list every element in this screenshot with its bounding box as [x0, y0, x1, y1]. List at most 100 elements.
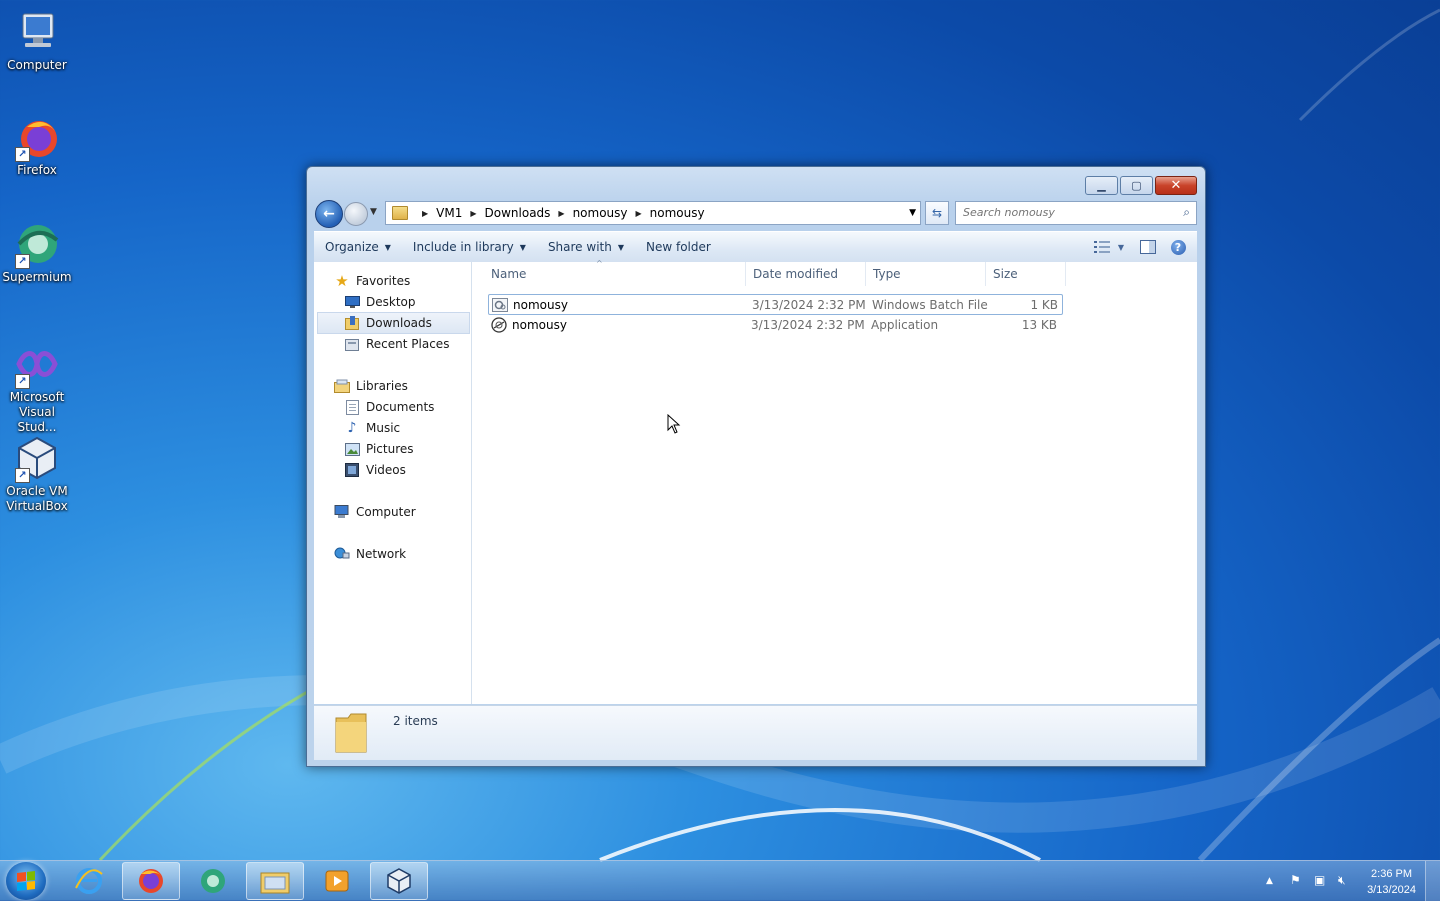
nav-downloads-label: Downloads: [366, 316, 432, 330]
nav-videos[interactable]: Videos: [344, 460, 406, 480]
taskbar-firefox[interactable]: [122, 862, 180, 900]
firefox-icon: [139, 869, 163, 893]
downloads-folder-icon: [344, 315, 360, 331]
shortcut-arrow-icon: ↗: [15, 468, 30, 483]
command-bar: Organize ▼ Include in library ▼ Share with…: [314, 231, 1197, 263]
desktop-icon-label: Supermium: [2, 270, 72, 284]
column-header-label: Name: [491, 267, 527, 281]
maximize-button[interactable]: ▢: [1120, 176, 1153, 195]
organize-button[interactable]: Organize ▼: [314, 232, 402, 262]
new-folder-button[interactable]: New folder: [635, 232, 722, 262]
nav-libraries[interactable]: Libraries: [334, 376, 408, 396]
desktop-icon-computer[interactable]: Computer: [0, 8, 74, 73]
close-icon: ✕: [1170, 178, 1182, 193]
explorer-window[interactable]: ▁ ▢ ✕ ← ▼ ▶ VM1 ▶ Downloads ▶ nomousy ▶ …: [306, 166, 1206, 767]
column-header-date-modified[interactable]: Date modified: [746, 262, 866, 286]
refresh-button[interactable]: ⇆: [925, 201, 949, 225]
file-date: 3/13/2024 2:32 PM: [752, 298, 866, 312]
computer-icon: [334, 504, 350, 520]
nav-pictures-label: Pictures: [366, 442, 414, 456]
nav-network[interactable]: Network: [334, 544, 406, 564]
libraries-icon: [334, 378, 350, 394]
recent-pages-dropdown[interactable]: ▼: [370, 207, 377, 217]
virtualbox-icon: ↗: [13, 434, 61, 483]
back-button[interactable]: ←: [315, 200, 343, 228]
clock-date: 3/13/2024: [1367, 884, 1416, 896]
breadcrumb-vm1[interactable]: VM1: [436, 206, 462, 220]
start-button[interactable]: [6, 862, 46, 900]
nav-libraries-label: Libraries: [356, 379, 408, 393]
breadcrumb-downloads[interactable]: Downloads: [485, 206, 551, 220]
mouse-cursor-icon: [667, 414, 681, 434]
nav-favorites[interactable]: ★ Favorites: [334, 271, 410, 291]
preview-pane-button[interactable]: [1137, 236, 1159, 258]
taskbar-virtualbox[interactable]: [370, 862, 428, 900]
column-header-name[interactable]: Name: [484, 262, 746, 286]
taskbar-internet-explorer[interactable]: [60, 862, 118, 900]
search-box[interactable]: ⌕: [955, 201, 1197, 225]
supermium-icon: [201, 869, 225, 893]
address-dropdown-icon[interactable]: ▼: [909, 208, 916, 218]
taskbar-supermium[interactable]: [184, 862, 242, 900]
batch-file-icon: [492, 297, 508, 313]
desktop-icon-label: Firefox: [17, 163, 57, 177]
navigation-pane: ★ Favorites Desktop Downloads Recent Plac…: [314, 262, 472, 704]
nav-favorites-label: Favorites: [356, 274, 411, 288]
nav-recent-places[interactable]: Recent Places: [344, 334, 449, 354]
shortcut-arrow-icon: ↗: [15, 374, 30, 389]
breadcrumb-separator-icon[interactable]: ▶: [422, 209, 428, 218]
breadcrumb-separator-icon[interactable]: ▶: [470, 209, 476, 218]
caption-buttons: ▁ ▢ ✕: [1083, 176, 1197, 195]
taskbar-media-player[interactable]: [308, 862, 366, 900]
breadcrumb-nomousy[interactable]: nomousy: [573, 206, 628, 220]
navigation-bar: ← ▼ ▶ VM1 ▶ Downloads ▶ nomousy ▶ nomous…: [315, 199, 1197, 228]
chevron-down-icon: ▼: [617, 242, 624, 252]
nav-downloads[interactable]: Downloads: [317, 312, 470, 334]
file-row[interactable]: nomousy 3/13/2024 2:32 PM Windows Batch …: [488, 294, 1063, 315]
search-icon[interactable]: ⌕: [1183, 205, 1190, 220]
close-button[interactable]: ✕: [1155, 176, 1197, 195]
minimize-button[interactable]: ▁: [1085, 176, 1118, 195]
internet-explorer-icon: [75, 868, 103, 894]
show-desktop-button[interactable]: [1425, 861, 1440, 901]
help-button[interactable]: ?: [1167, 236, 1189, 258]
column-header-type[interactable]: Type: [866, 262, 986, 286]
computer-icon: [13, 8, 61, 56]
clock[interactable]: 2:36 PM 3/13/2024: [1367, 866, 1416, 898]
desktop-icon-firefox[interactable]: ↗ Firefox: [0, 113, 74, 178]
nav-network-label: Network: [356, 547, 407, 561]
share-with-button[interactable]: Share with ▼: [537, 232, 635, 262]
include-in-library-button[interactable]: Include in library ▼: [402, 232, 537, 262]
volume-muted-icon[interactable]: 🔇︎: [1338, 873, 1346, 888]
desktop-icon-virtualbox[interactable]: ↗ Oracle VM VirtualBox: [0, 434, 74, 514]
search-input[interactable]: [956, 202, 1163, 222]
network-status-icon[interactable]: ▣: [1314, 873, 1325, 887]
nav-documents[interactable]: Documents: [344, 397, 434, 417]
breadcrumb-separator-icon[interactable]: ▶: [558, 209, 564, 218]
network-icon: [334, 546, 350, 562]
taskbar-windows-explorer[interactable]: [246, 862, 304, 900]
new-folder-label: New folder: [646, 240, 711, 254]
action-center-flag-icon[interactable]: ⚑: [1290, 873, 1301, 887]
change-view-button[interactable]: ▼: [1089, 236, 1129, 258]
address-bar[interactable]: ▶ VM1 ▶ Downloads ▶ nomousy ▶ nomousy ▼: [385, 201, 921, 225]
nav-desktop[interactable]: Desktop: [344, 292, 416, 312]
chevron-down-icon: ▼: [384, 242, 391, 252]
nav-music[interactable]: ♪ Music: [344, 418, 401, 438]
star-icon: ★: [335, 272, 349, 290]
nav-pictures[interactable]: Pictures: [344, 439, 414, 459]
file-list: ^ Name Date modified Type Size nomousy 3…: [472, 259, 1197, 704]
music-icon: ♪: [347, 420, 357, 436]
breadcrumb-separator-icon[interactable]: ▶: [636, 209, 642, 218]
column-header-size[interactable]: Size: [986, 262, 1066, 286]
breadcrumb-nomousy-current[interactable]: nomousy: [650, 206, 705, 220]
forward-button[interactable]: [344, 202, 368, 226]
nav-computer-label: Computer: [356, 505, 416, 519]
file-row[interactable]: nomousy 3/13/2024 2:32 PM Application 13…: [488, 315, 1061, 335]
details-pane: 2 items: [314, 705, 1197, 760]
show-hidden-icons-icon[interactable]: ▲: [1266, 876, 1273, 886]
desktop-icon-visual-studio[interactable]: ↗ Microsoft Visual Stud...: [0, 340, 74, 435]
desktop-icon-supermium[interactable]: ↗ Supermium: [0, 220, 74, 285]
nav-computer[interactable]: Computer: [334, 502, 416, 522]
taskbar: ▲ ⚑ ▣ 🔇︎ 2:36 PM 3/13/2024: [0, 860, 1440, 901]
